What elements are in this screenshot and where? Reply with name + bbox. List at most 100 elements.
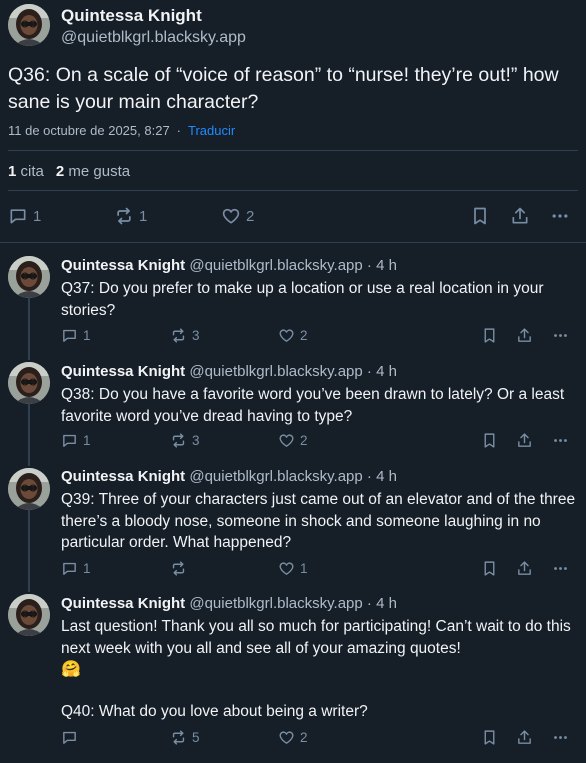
more-icon xyxy=(552,327,569,344)
bookmark-icon xyxy=(481,327,498,344)
author-name[interactable]: Quintessa Knight xyxy=(61,363,185,380)
author-name[interactable]: Quintessa Knight xyxy=(61,468,185,485)
like-icon xyxy=(278,729,295,746)
author-handle[interactable]: @quietblkgrl.blacksky.app xyxy=(61,29,246,47)
divider xyxy=(0,242,586,243)
likes-stat[interactable]: 2 me gusta xyxy=(56,163,130,180)
more-button[interactable] xyxy=(550,206,570,226)
post-stats: 1 cita 2 me gusta xyxy=(8,163,130,180)
avatar[interactable] xyxy=(8,468,50,510)
bookmark-icon xyxy=(481,729,498,746)
thread-line xyxy=(28,298,30,360)
reply-button[interactable] xyxy=(61,729,83,746)
share-icon xyxy=(516,432,533,449)
bookmark-button[interactable] xyxy=(481,327,498,344)
more-icon xyxy=(552,560,569,577)
like-button[interactable]: 1 xyxy=(278,560,308,577)
repost-button[interactable]: 3 xyxy=(170,432,200,449)
repost-icon xyxy=(114,206,134,226)
divider xyxy=(8,150,578,151)
reply-button[interactable]: 1 xyxy=(61,560,91,577)
more-icon xyxy=(550,206,570,226)
post-meta: 11 de octubre de 2025, 8:27 · Traducir xyxy=(8,123,235,138)
bookmark-button[interactable] xyxy=(470,206,490,226)
author-handle[interactable]: @quietblkgrl.blacksky.app xyxy=(189,363,362,380)
reply-icon xyxy=(61,327,78,344)
like-icon xyxy=(278,560,295,577)
author-handle[interactable]: @quietblkgrl.blacksky.app xyxy=(189,595,362,612)
bookmark-icon xyxy=(481,560,498,577)
avatar[interactable] xyxy=(8,362,50,404)
repost-button[interactable]: 5 xyxy=(170,729,200,746)
bookmark-button[interactable] xyxy=(481,729,498,746)
post-time: · 4 h xyxy=(366,595,397,612)
translate-link[interactable]: Traducir xyxy=(188,123,235,138)
reply-button[interactable]: 1 xyxy=(61,432,91,449)
repost-icon xyxy=(170,432,187,449)
avatar[interactable] xyxy=(8,594,50,636)
bookmark-button[interactable] xyxy=(481,432,498,449)
thread-line xyxy=(28,510,30,592)
post-text: Q37: Do you prefer to make up a location… xyxy=(61,280,544,319)
reply-icon xyxy=(8,206,28,226)
reply-icon xyxy=(61,560,78,577)
repost-icon xyxy=(170,327,187,344)
post-time: · 4 h xyxy=(366,363,397,380)
reply-button[interactable]: 1 xyxy=(61,327,91,344)
repost-button[interactable] xyxy=(170,560,192,577)
post-text: Q38: Do you have a favorite word you’ve … xyxy=(61,386,565,425)
meta-separator: · xyxy=(176,123,182,138)
hugging-face-emoji: 🤗 xyxy=(61,661,81,678)
avatar[interactable] xyxy=(8,4,50,46)
repost-button[interactable]: 1 xyxy=(114,206,147,226)
author-name[interactable]: Quintessa Knight xyxy=(61,6,202,26)
share-button[interactable] xyxy=(516,327,533,344)
share-button[interactable] xyxy=(516,560,533,577)
like-icon xyxy=(278,327,295,344)
share-button[interactable] xyxy=(516,729,533,746)
share-button[interactable] xyxy=(510,206,530,226)
like-icon xyxy=(278,432,295,449)
more-icon xyxy=(552,432,569,449)
repost-button[interactable]: 3 xyxy=(170,327,200,344)
like-icon xyxy=(221,206,241,226)
share-icon xyxy=(516,327,533,344)
like-button[interactable]: 2 xyxy=(278,729,308,746)
post-text: Q36: On a scale of “voice of reason” to … xyxy=(8,64,559,113)
like-button[interactable]: 2 xyxy=(278,432,308,449)
repost-icon xyxy=(170,729,187,746)
bookmark-icon xyxy=(481,432,498,449)
author-handle[interactable]: @quietblkgrl.blacksky.app xyxy=(189,257,362,274)
bookmark-button[interactable] xyxy=(481,560,498,577)
reply-icon xyxy=(61,729,78,746)
share-icon xyxy=(516,729,533,746)
repost-icon xyxy=(170,560,187,577)
thread-line xyxy=(28,404,30,466)
like-button[interactable]: 2 xyxy=(221,206,254,226)
quotes-stat[interactable]: 1 cita xyxy=(8,163,44,180)
post-text: Last question! Thank you all so much for… xyxy=(61,616,576,680)
bookmark-icon xyxy=(470,206,490,226)
more-button[interactable] xyxy=(552,327,569,344)
post-timestamp: 11 de octubre de 2025, 8:27 xyxy=(8,123,170,138)
more-button[interactable] xyxy=(552,432,569,449)
more-button[interactable] xyxy=(552,729,569,746)
share-button[interactable] xyxy=(516,432,533,449)
author-name[interactable]: Quintessa Knight xyxy=(61,257,185,274)
divider xyxy=(8,190,578,191)
post-time: · 4 h xyxy=(366,257,397,274)
reply-icon xyxy=(61,432,78,449)
reply-button[interactable]: 1 xyxy=(8,206,41,226)
author-handle[interactable]: @quietblkgrl.blacksky.app xyxy=(189,468,362,485)
more-icon xyxy=(552,729,569,746)
post-text-line: Last question! Thank you all so much for… xyxy=(61,618,571,657)
post-time: · 4 h xyxy=(366,468,397,485)
avatar[interactable] xyxy=(8,256,50,298)
like-button[interactable]: 2 xyxy=(278,327,308,344)
post-text-question: Q40: What do you love about being a writ… xyxy=(61,703,368,720)
more-button[interactable] xyxy=(552,560,569,577)
share-icon xyxy=(510,206,530,226)
author-name[interactable]: Quintessa Knight xyxy=(61,595,185,612)
post-text: Q39: Three of your characters just came … xyxy=(61,491,576,551)
share-icon xyxy=(516,560,533,577)
